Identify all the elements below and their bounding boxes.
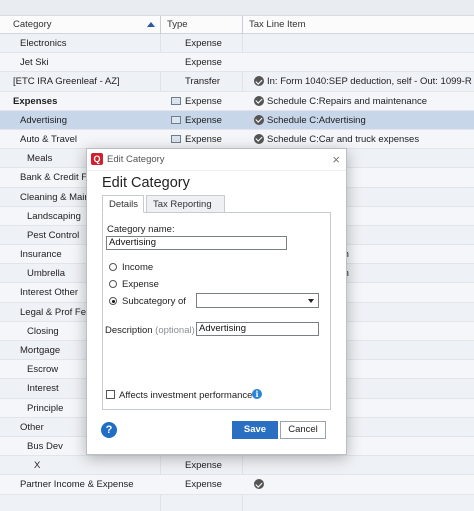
calendar-icon [171,96,181,105]
table-row[interactable]: Advertising Expense Schedule C:Advertising [0,110,474,130]
table-row[interactable]: Expenses Expense Schedule C:Repairs and ma… [0,91,474,111]
row-category-name: Cleaning & Main [20,191,90,203]
row-type: Expense [185,479,222,491]
top-toolbar-band [0,0,474,16]
check-circle-icon [254,114,264,125]
dialog-titlebar: Q Edit Category × [87,149,346,171]
row-category-name: Meals [27,153,53,165]
row-type: Transfer [185,76,221,88]
row-tax-line: Schedule C:Advertising [267,114,366,126]
row-category-name: Mortgage [20,345,61,356]
row-tax-line: Schedule C:Repairs and maintenance [267,95,428,107]
row-category-name: Bus Dev [27,440,63,452]
row-category-name: Auto & Travel [20,133,78,145]
check-circle-icon [254,76,264,87]
table-row[interactable]: Partner Income & Expense Expense [0,475,474,495]
row-category-name: Escrow [27,364,59,376]
description-label: Description (optional) [105,325,195,336]
radio-expense[interactable] [109,280,117,288]
table-row[interactable]: [ETC IRA Greenleaf - AZ] Transfer In: Form… [0,72,474,92]
check-circle-icon [254,95,264,106]
cancel-button[interactable]: Cancel [280,421,326,439]
row-category-name: Partner Income & Expense [20,479,134,491]
description-input[interactable]: Advertising [196,322,319,336]
column-header-type[interactable]: Type [167,16,242,34]
row-category-name: Insurance [20,249,62,261]
info-icon[interactable]: i [252,389,262,399]
edit-category-dialog: Q Edit Category × Edit Category Details … [86,148,347,455]
affects-investment-checkbox[interactable] [106,390,115,399]
tab-details[interactable]: Details [102,195,144,213]
subcategory-select[interactable] [196,293,319,308]
column-divider[interactable] [242,16,243,34]
column-divider[interactable] [160,16,161,34]
column-header-tax-line[interactable]: Tax Line Item [249,16,469,34]
affects-investment-label: Affects investment performance [119,390,253,401]
category-name-input[interactable]: Advertising [106,236,287,250]
table-row[interactable]: Auto & Travel Expense Schedule C:Car and t… [0,129,474,150]
help-icon[interactable]: ? [101,422,117,438]
window-title: Edit Category [107,154,165,165]
row-category-name: Expenses [13,95,58,107]
tab-tax-reporting[interactable]: Tax Reporting [146,195,225,213]
close-icon[interactable]: × [332,152,340,167]
row-category-name: X [34,460,41,472]
description-label-text: Description [105,325,153,336]
save-button[interactable]: Save [232,421,278,439]
check-circle-icon [254,479,264,490]
radio-income-label: Income [122,262,154,273]
radio-income[interactable] [109,263,117,271]
row-category-name: Interest [27,383,59,395]
row-type: Expense [185,460,222,472]
row-type: Expense [185,133,222,145]
table-row[interactable]: X Expense [0,456,474,476]
table-row[interactable]: Jet Ski Expense [0,53,474,73]
column-header: Category Type Tax Line Item [0,16,474,34]
table-row[interactable]: Electronics Expense [0,34,474,54]
dialog-heading: Edit Category [102,175,190,191]
quicken-logo-icon: Q [91,153,103,165]
row-category-name: Advertising [20,114,67,126]
description-optional-text: (optional) [155,325,195,336]
row-type: Expense [185,114,222,126]
check-circle-icon [254,133,264,144]
row-category-name: Umbrella [27,268,66,280]
radio-subcategory-label: Subcategory of [122,296,186,307]
chevron-down-icon [308,299,314,303]
row-category-name: Other [20,421,44,433]
row-category-name: Landscaping [27,210,81,222]
row-category-name: Jet Ski [20,57,49,69]
row-type: Expense [185,95,222,107]
row-category-name: Interest Other [20,287,79,299]
row-category-name: Principle [27,402,64,414]
details-panel: Category name: Advertising Income Expens… [102,212,331,410]
row-category-name: Closing [27,325,59,337]
calendar-icon [171,134,181,143]
row-category-name: Pest Control [27,229,80,241]
row-category-name: Bank & Credit Fe [20,172,93,184]
radio-subcategory[interactable] [109,297,117,305]
row-category-name: Electronics [20,38,67,49]
row-category-name: [ETC IRA Greenleaf - AZ] [13,76,120,88]
category-name-label: Category name: [107,224,175,235]
calendar-icon [171,115,181,124]
row-tax-line: In: Form 1040:SEP deduction, self - Out:… [267,76,472,88]
column-header-category[interactable]: Category [13,16,160,34]
row-type: Expense [185,38,222,49]
row-type: Expense [185,57,222,69]
row-category-name: Legal & Prof Fee [20,306,92,318]
sort-ascending-icon [147,22,155,27]
row-tax-line: Schedule C:Car and truck expenses [267,133,420,145]
radio-expense-label: Expense [122,279,159,290]
